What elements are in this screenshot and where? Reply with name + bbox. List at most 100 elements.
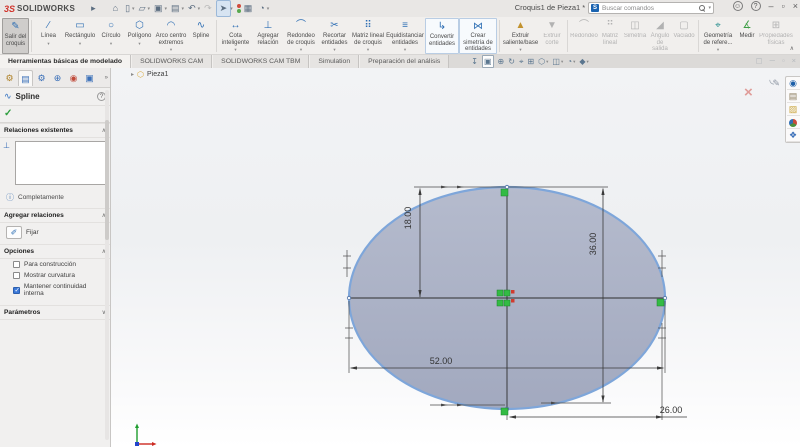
spline-point-top[interactable] — [504, 184, 510, 190]
doc-menu-icon[interactable]: ▢ — [756, 56, 763, 65]
home-icon[interactable]: ⌂ — [110, 1, 121, 16]
hide-show-caret-icon[interactable]: ▾ — [573, 59, 575, 65]
new-caret-icon[interactable]: ▾ — [132, 6, 135, 12]
spline-point-left[interactable] — [346, 295, 352, 301]
brand-caret-icon[interactable]: ▸ — [91, 3, 96, 14]
view-settings-caret-icon[interactable]: ▾ — [587, 59, 589, 65]
doc-restore-icon[interactable]: ▫ — [782, 56, 785, 65]
line-caret-icon[interactable]: ▾ — [47, 41, 49, 47]
display-manager-tab-icon[interactable]: ◉ — [66, 70, 81, 86]
section-options[interactable]: Opciones ∧ — [0, 244, 110, 259]
smart-dimension-caret-icon[interactable]: ▾ — [234, 47, 236, 53]
ribbon-reference-geometry[interactable]: ⌖ Geometría de refere... ▾ — [701, 18, 735, 54]
ribbon-convert-entities[interactable]: ↳ Convertir entidades — [425, 18, 459, 54]
ribbon-mirror-entities[interactable]: ⋈ Crear simetría de entidades ▾ — [459, 18, 497, 59]
breadcrumb[interactable]: ▸ ⬡ Pieza1 — [131, 70, 168, 79]
sign-in-icon[interactable]: ☺ — [732, 1, 743, 11]
open-caret-icon[interactable]: ▾ — [147, 6, 150, 12]
zoom-to-fit-icon[interactable]: ▣ — [481, 55, 494, 68]
tab-solidworks-cam[interactable]: SOLIDWORKS CAM — [131, 55, 213, 68]
search-icon[interactable] — [699, 5, 706, 11]
panel-scrollbar[interactable] — [105, 90, 109, 440]
select-tool-icon[interactable]: ➤ — [215, 0, 232, 17]
section-add-relations[interactable]: Agregar relaciones ∧ — [0, 208, 110, 223]
ribbon-smart-dimension[interactable]: ↔ Cota inteligente ▾ — [219, 18, 252, 54]
command-search[interactable]: S Buscar comandos ▾ — [588, 2, 714, 14]
sketch-fillet-caret-icon[interactable]: ▾ — [300, 47, 302, 53]
fix-relation-icon[interactable]: ✐ — [6, 226, 22, 239]
tab-herramientas-basicas[interactable]: Herramientas básicas de modelado — [0, 55, 132, 68]
minimize-button[interactable]: – — [769, 1, 774, 11]
ribbon-circle[interactable]: ○ Círculo ▾ — [97, 18, 125, 54]
help-icon[interactable]: ? — [750, 1, 761, 11]
tab-simulation[interactable]: Simulation — [309, 55, 360, 68]
restore-button[interactable]: ▫ — [782, 1, 785, 11]
configuration-manager-tab-icon[interactable]: ⚙ — [34, 70, 49, 86]
section-existing-relations[interactable]: Relaciones existentes ∧ — [0, 123, 110, 138]
reference-geometry-caret-icon[interactable]: ▾ — [717, 47, 719, 53]
ribbon-polygon[interactable]: ⬡ Polígono ▾ — [125, 18, 154, 54]
checkbox-show-curvature[interactable] — [13, 272, 20, 279]
ribbon-rectangle[interactable]: ▭ Rectángulo ▾ — [63, 18, 97, 54]
ribbon-trim-entities[interactable]: ✂ Recortar entidades ▾ — [318, 18, 351, 54]
ribbon-linear-sketch-pattern[interactable]: ⠿ Matriz lineal de croquis ▾ — [351, 18, 385, 54]
search-input[interactable]: Buscar comandos — [602, 5, 696, 12]
tab-solidworks-cam-tbm[interactable]: SOLIDWORKS CAM TBM — [212, 55, 310, 68]
arrow-down-icon[interactable]: ↧ — [471, 56, 478, 67]
ribbon-line[interactable]: ∕ Línea ▾ — [34, 18, 63, 54]
breadcrumb-expand-icon[interactable]: ▸ — [131, 71, 134, 78]
print-icon[interactable]: ▤ — [168, 1, 183, 16]
circle-caret-icon[interactable]: ▾ — [110, 41, 112, 47]
trim-caret-icon[interactable]: ▾ — [333, 47, 335, 53]
ribbon-centerpoint-arc[interactable]: ◠ Arco centro extremos ▾ — [154, 18, 188, 54]
sketch-canvas[interactable]: 18.00 36.00 52.00 26.00 — [111, 68, 800, 447]
resources-tab-icon[interactable]: ◉ — [786, 77, 800, 90]
previous-view-icon[interactable]: ↻ — [508, 56, 515, 67]
extrude-caret-icon[interactable]: ▾ — [519, 47, 521, 53]
relations-listbox[interactable] — [15, 141, 107, 185]
view-palette-tab-icon[interactable] — [786, 116, 800, 129]
polygon-caret-icon[interactable]: ▾ — [138, 41, 140, 47]
undo-caret-icon[interactable]: ▾ — [198, 6, 201, 12]
display-style-caret-icon[interactable]: ▾ — [561, 59, 563, 65]
options-caret-icon[interactable]: ▾ — [267, 6, 270, 12]
checkbox-for-construction[interactable] — [13, 261, 20, 268]
rectangle-caret-icon[interactable]: ▾ — [79, 41, 81, 47]
scrollbar-thumb[interactable] — [105, 120, 109, 240]
checkbox-maintain-internal-continuity[interactable] — [13, 286, 20, 294]
section-parameters[interactable]: Parámetros ∨ — [0, 305, 110, 320]
ribbon-sketch-fillet[interactable]: ⌒ Redondeo de croquis ▾ — [284, 18, 318, 54]
appearance-grid-icon[interactable]: ▦ — [241, 1, 256, 16]
ok-check-icon[interactable]: ✓ — [4, 108, 12, 119]
ribbon-add-relation[interactable]: ⊥ Agregar relación — [252, 18, 284, 54]
ribbon-offset-entities[interactable]: ≡ Equidistanciar entidades ▾ — [385, 18, 425, 54]
origin-point[interactable] — [511, 290, 515, 294]
property-manager-tab-icon[interactable]: ▤ — [18, 69, 33, 86]
cancel-sketch-icon[interactable]: × — [744, 84, 753, 101]
undo-icon[interactable]: ↶ — [185, 1, 199, 16]
zoom-to-area-icon[interactable]: ⊕ — [498, 56, 505, 67]
exit-sketch-pencil-icon[interactable]: ✎ — [772, 78, 780, 89]
print-caret-icon[interactable]: ▾ — [182, 6, 185, 12]
design-library-tab-icon[interactable]: ▤ — [786, 90, 800, 103]
ribbon-extrude-boss[interactable]: ▲ Extruir saliente/base ▾ — [502, 18, 539, 54]
origin-point[interactable] — [511, 299, 515, 303]
dynamic-annotation-icon[interactable]: ⊞ — [527, 56, 534, 67]
save-caret-icon[interactable]: ▾ — [165, 6, 168, 12]
search-caret-icon[interactable]: ▾ — [708, 5, 711, 11]
view-orientation-caret-icon[interactable]: ▾ — [546, 59, 548, 65]
section-view-icon[interactable]: ⌖ — [519, 56, 524, 67]
hide-show-items-icon[interactable]: ◔ — [567, 56, 572, 67]
offset-caret-icon[interactable]: ▾ — [404, 47, 406, 53]
cef-tab-icon[interactable]: ▣ — [82, 70, 97, 86]
rebuild-icon[interactable] — [234, 4, 241, 13]
view-settings-icon[interactable]: ◆ — [579, 56, 585, 67]
panel-tabs-more-icon[interactable]: » — [105, 75, 108, 81]
dimxpert-tab-icon[interactable]: ⊕ — [50, 70, 65, 86]
arc-caret-icon[interactable]: ▾ — [170, 47, 172, 53]
ribbon-collapse-icon[interactable]: ∧ — [790, 45, 794, 52]
view-orientation-icon[interactable]: ⬡ — [538, 56, 545, 67]
ribbon-measure[interactable]: ∡ Medir — [735, 18, 759, 54]
appearances-tab-icon[interactable]: ❖ — [786, 129, 800, 142]
save-icon[interactable]: ▣ — [151, 1, 166, 16]
